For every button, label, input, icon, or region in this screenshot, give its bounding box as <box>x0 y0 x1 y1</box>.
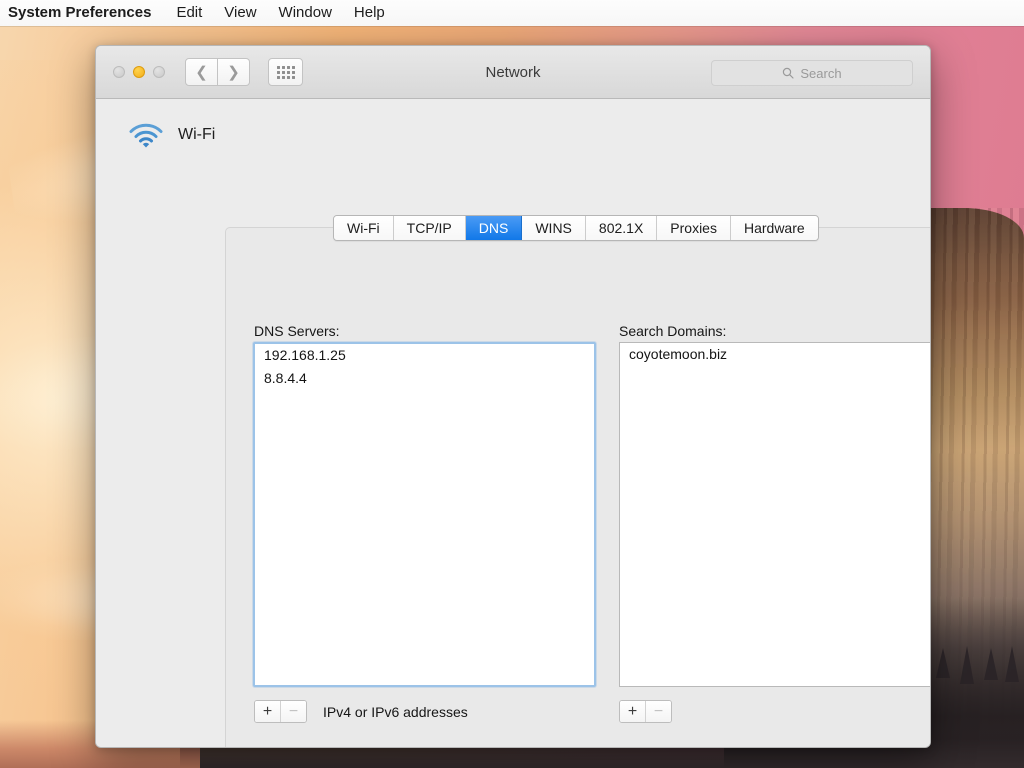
menu-bar: System Preferences Edit View Window Help <box>0 0 1024 26</box>
zoom-button[interactable] <box>153 66 165 78</box>
add-dns-server-button[interactable]: + <box>255 701 280 722</box>
list-item[interactable]: 192.168.1.25 <box>255 344 594 367</box>
window-content: Wi-Fi DNS Servers: 192.168.1.25 8.8.4.4 … <box>96 99 930 747</box>
search-domains-list[interactable]: coyotemoon.biz <box>619 342 930 687</box>
search-domains-add-remove: + − <box>619 700 672 723</box>
window-controls <box>113 66 165 78</box>
remove-search-domain-button[interactable]: − <box>645 701 671 722</box>
list-item[interactable]: coyotemoon.biz <box>620 343 930 366</box>
tab-dns[interactable]: DNS <box>465 216 523 240</box>
search-placeholder: Search <box>800 65 842 81</box>
list-item[interactable]: 8.8.4.4 <box>255 367 594 390</box>
dns-servers-add-remove: + − <box>254 700 307 723</box>
add-search-domain-button[interactable]: + <box>620 701 645 722</box>
search-domains-label: Search Domains: <box>619 323 727 339</box>
close-button[interactable] <box>113 66 125 78</box>
menu-item-help[interactable]: Help <box>343 0 396 26</box>
navigation-buttons: ❮ ❯ <box>185 58 250 86</box>
dns-servers-hint: IPv4 or IPv6 addresses <box>323 704 468 720</box>
search-icon <box>783 67 794 79</box>
tab-proxies[interactable]: Proxies <box>657 216 731 240</box>
tab-wi-fi[interactable]: Wi-Fi <box>334 216 394 240</box>
tab-hardware[interactable]: Hardware <box>730 216 818 240</box>
dns-servers-list[interactable]: 192.168.1.25 8.8.4.4 <box>253 342 596 687</box>
tab-tcp-ip[interactable]: TCP/IP <box>393 216 466 240</box>
forward-button[interactable]: ❯ <box>218 58 250 86</box>
menu-item-edit[interactable]: Edit <box>165 0 213 26</box>
tab-wins[interactable]: WINS <box>522 216 586 240</box>
window-titlebar[interactable]: ❮ ❯ Network Search <box>96 46 930 99</box>
chevron-right-icon: ❯ <box>227 63 240 81</box>
tab-bar: Wi-Fi TCP/IP DNS WINS 802.1X Proxies Har… <box>333 215 819 241</box>
menu-item-window[interactable]: Window <box>268 0 343 26</box>
dns-servers-label: DNS Servers: <box>254 323 340 339</box>
menu-item-view[interactable]: View <box>213 0 267 26</box>
menu-item-system-preferences[interactable]: System Preferences <box>0 0 165 26</box>
service-name: Wi-Fi <box>178 126 216 143</box>
show-all-button[interactable] <box>268 58 303 86</box>
settings-panel: DNS Servers: 192.168.1.25 8.8.4.4 + − IP… <box>225 227 930 747</box>
wifi-icon <box>129 123 163 148</box>
chevron-left-icon: ❮ <box>195 63 208 81</box>
remove-dns-server-button[interactable]: − <box>280 701 306 722</box>
minimize-button[interactable] <box>133 66 145 78</box>
network-preferences-window: ❮ ❯ Network Search Wi-Fi DNS Servers: 19… <box>95 45 931 748</box>
back-button[interactable]: ❮ <box>185 58 218 86</box>
search-input[interactable]: Search <box>711 60 913 86</box>
grid-dots-icon <box>276 65 295 79</box>
service-header: Wi-Fi <box>96 99 930 149</box>
tab-802-1x[interactable]: 802.1X <box>585 216 658 240</box>
